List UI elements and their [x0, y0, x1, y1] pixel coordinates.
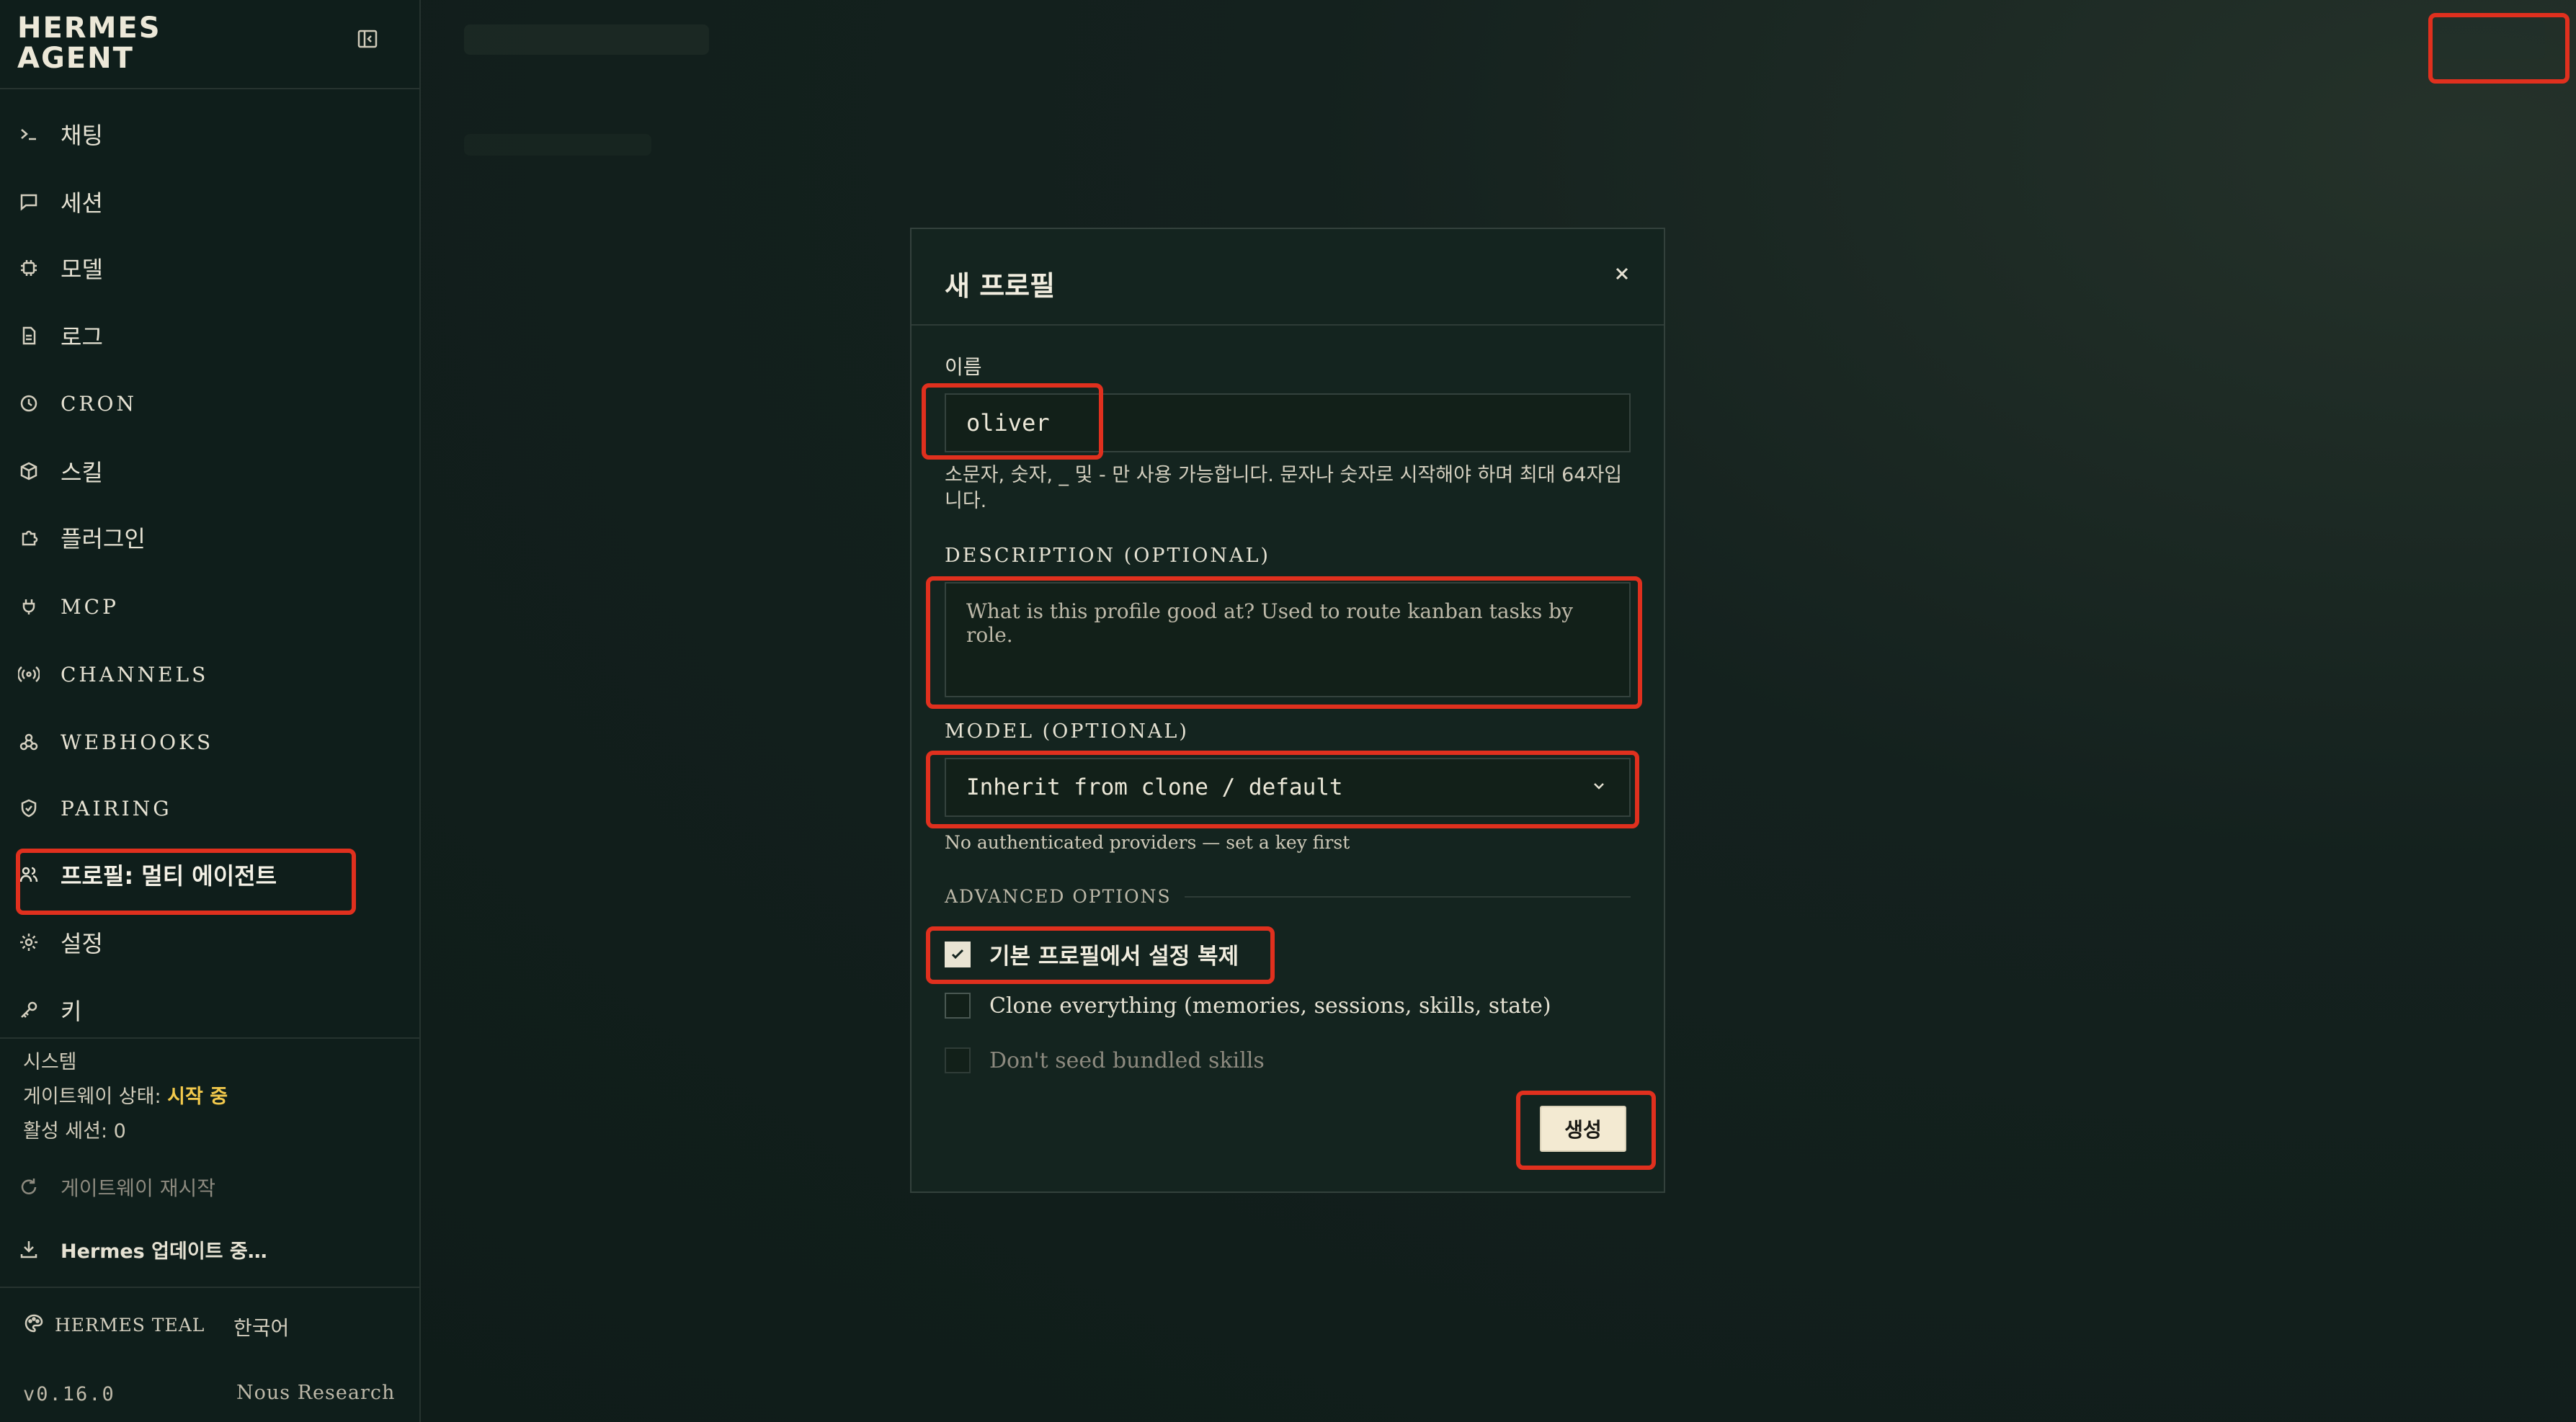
sidebar: HERMES AGENT 채팅 세션 모델 로그 CRON 스킬 플러그인 MC… — [0, 0, 421, 1422]
sidebar-item-label: 플러그인 — [61, 525, 146, 553]
sidebar-divider — [0, 88, 421, 89]
version-label: v0.16.0 — [23, 1383, 115, 1405]
sidebar-item-label: PAIRING — [61, 796, 172, 820]
key-icon — [13, 994, 45, 1026]
theme-switcher[interactable]: HERMES TEAL — [23, 1313, 205, 1337]
model-help-text: No authenticated providers — set a key f… — [945, 832, 1350, 853]
theme-label: HERMES TEAL — [55, 1314, 205, 1336]
no-seed-skills-option[interactable]: Don't seed bundled skills — [945, 1047, 1265, 1073]
no-seed-skills-label: Don't seed bundled skills — [989, 1047, 1265, 1073]
sidebar-item-skills[interactable]: 스킬 — [13, 450, 388, 493]
file-icon — [13, 320, 45, 352]
sidebar-item-logs[interactable]: 로그 — [13, 314, 388, 357]
sidebar-item-label: CRON — [61, 391, 137, 416]
puzzle-icon — [13, 522, 45, 553]
sidebar-divider — [0, 1037, 421, 1039]
clone-everything-checkbox[interactable] — [945, 993, 971, 1019]
highlight-box — [16, 849, 356, 915]
highlight-box — [2428, 13, 2570, 84]
palette-icon — [23, 1313, 45, 1337]
name-help-text: 소문자, 숫자, _ 및 - 만 사용 가능합니다. 문자나 숫자로 시작해야 … — [945, 464, 1623, 512]
sidebar-item-label: 스킬 — [61, 459, 103, 486]
sidebar-item-label: CHANNELS — [61, 662, 209, 687]
update-button[interactable]: Hermes 업데이트 중… — [13, 1228, 388, 1271]
highlight-box — [926, 576, 1642, 709]
company-link[interactable]: Nous Research — [236, 1382, 395, 1404]
clock-icon — [13, 388, 45, 419]
download-icon — [13, 1233, 45, 1265]
brand-line-2: AGENT — [17, 42, 134, 75]
highlight-box — [1516, 1091, 1656, 1170]
sidebar-item-cron[interactable]: CRON — [13, 382, 388, 425]
advanced-options-label: ADVANCED OPTIONS — [945, 886, 1172, 907]
sidebar-item-mcp[interactable]: MCP — [13, 585, 388, 628]
chip-icon — [13, 252, 45, 284]
gateway-restart-button[interactable]: 게이트웨이 재시작 — [13, 1166, 388, 1209]
model-label: MODEL (OPTIONAL) — [945, 720, 1189, 743]
sidebar-item-label: 설정 — [61, 930, 103, 957]
description-label: DESCRIPTION (OPTIONAL) — [945, 545, 1270, 567]
brand-logo[interactable]: HERMES AGENT — [17, 13, 161, 73]
sidebar-item-settings[interactable]: 설정 — [13, 921, 388, 964]
package-icon — [13, 455, 45, 487]
language-switcher[interactable]: 한국어 — [233, 1313, 289, 1341]
clone-everything-option[interactable]: Clone everything (memories, sessions, sk… — [945, 993, 1551, 1019]
blurred-header — [464, 24, 709, 55]
dialog-divider — [912, 324, 1664, 326]
sidebar-item-label: 키 — [61, 998, 82, 1025]
highlight-box — [926, 926, 1275, 984]
no-seed-skills-checkbox[interactable] — [945, 1047, 971, 1073]
shield-check-icon — [13, 792, 45, 824]
highlight-box — [926, 751, 1639, 828]
sidebar-item-label: WEBHOOKS — [61, 730, 214, 754]
gear-icon — [13, 926, 45, 958]
gateway-status-label: 게이트웨이 상태: — [23, 1086, 168, 1108]
sidebar-divider — [0, 1287, 421, 1288]
highlight-box — [922, 383, 1103, 460]
name-label: 이름 — [945, 355, 982, 379]
brand-line-1: HERMES — [17, 12, 161, 45]
gateway-status: 게이트웨이 상태: 시작 중 — [23, 1081, 228, 1109]
sidebar-item-label: MCP — [61, 594, 119, 619]
terminal-icon — [13, 118, 45, 150]
sidebar-item-keys[interactable]: 키 — [13, 988, 388, 1032]
advanced-options-header: ADVANCED OPTIONS — [945, 886, 1631, 907]
sidebar-item-label: 채팅 — [61, 122, 103, 149]
system-heading: 시스템 — [23, 1051, 77, 1073]
close-icon[interactable] — [1608, 259, 1636, 288]
radio-icon — [13, 658, 45, 690]
sidebar-item-chat[interactable]: 채팅 — [13, 112, 388, 156]
new-profile-dialog: 새 프로필 이름 소문자, 숫자, _ 및 - 만 사용 가능합니다. 문자나 … — [910, 228, 1665, 1193]
sidebar-item-label: 세션 — [61, 189, 103, 217]
sidebar-item-plugins[interactable]: 플러그인 — [13, 516, 388, 559]
active-sessions: 활성 세션: 0 — [23, 1120, 126, 1142]
gateway-status-value: 시작 중 — [167, 1086, 228, 1108]
dialog-title: 새 프로필 — [945, 270, 1056, 302]
clone-everything-label: Clone everything (memories, sessions, sk… — [989, 993, 1551, 1019]
sidebar-item-webhooks[interactable]: WEBHOOKS — [13, 720, 388, 764]
sidebar-item-models[interactable]: 모델 — [13, 246, 388, 290]
sidebar-item-sessions[interactable]: 세션 — [13, 180, 388, 223]
sidebar-item-channels[interactable]: CHANNELS — [13, 653, 388, 696]
sidebar-item-pairing[interactable]: PAIRING — [13, 787, 388, 830]
sidebar-collapse-icon[interactable] — [356, 27, 379, 50]
webhook-icon — [13, 726, 45, 758]
sidebar-item-label: 모델 — [61, 256, 103, 283]
blurred-subheader — [464, 134, 651, 156]
update-label: Hermes 업데이트 중… — [61, 1240, 267, 1263]
chat-bubble-icon — [13, 186, 45, 218]
sidebar-item-label: 로그 — [61, 323, 103, 351]
gateway-restart-label: 게이트웨이 재시작 — [61, 1176, 215, 1200]
advanced-options-divider — [1184, 895, 1631, 898]
plug-icon — [13, 591, 45, 622]
refresh-icon — [13, 1171, 45, 1203]
